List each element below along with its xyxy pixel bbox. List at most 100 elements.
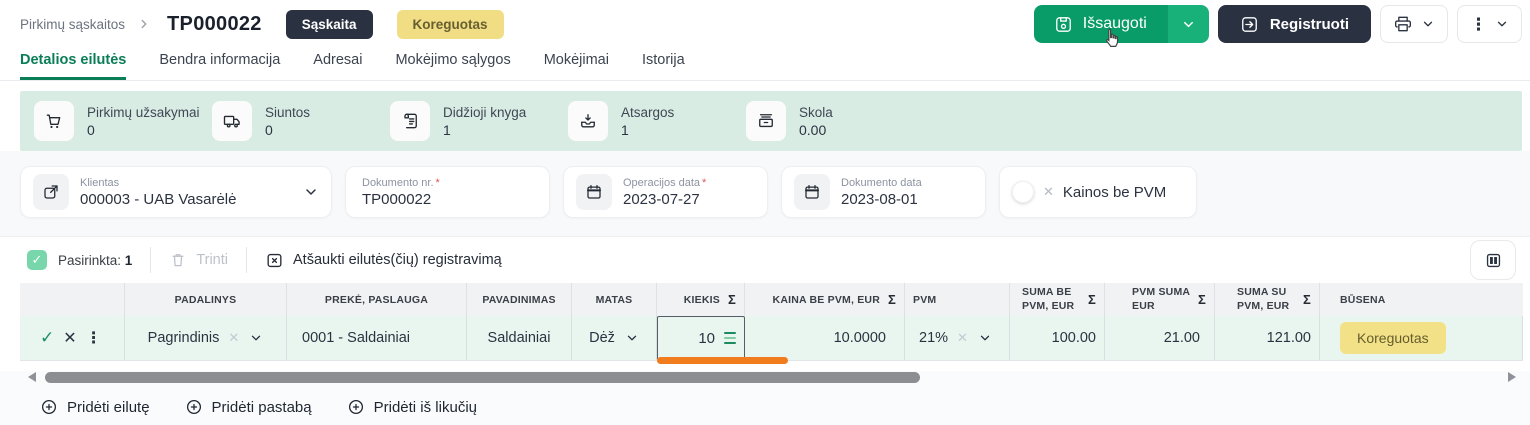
header-actions: Išsaugoti Registruoti ⋮ — [1034, 5, 1522, 43]
cart-icon — [34, 101, 74, 141]
stat-value: 0 — [87, 122, 200, 138]
quantity-lines-icon[interactable] — [724, 332, 736, 344]
column-settings-button[interactable] — [1470, 240, 1516, 280]
chevron-down-icon[interactable] — [249, 331, 263, 345]
chevron-down-icon — [1495, 17, 1509, 31]
sum-icon[interactable]: Σ — [1303, 292, 1311, 307]
add-from-stock-button[interactable]: Pridėti iš likučių — [347, 398, 477, 416]
header-padalinys[interactable]: PADALINYS — [125, 283, 287, 316]
cancel-registration-button[interactable]: Atšaukti eilutės(čių) registravimą — [265, 251, 502, 270]
header-busena[interactable]: BŪSENA — [1320, 283, 1523, 316]
kiekis-value[interactable]: 10 — [698, 330, 715, 347]
stat-general-ledger[interactable]: Didžioji knyga 1 — [390, 101, 568, 141]
header-pvm-suma[interactable]: PVM SUMA EURΣ — [1105, 283, 1215, 316]
tab-bendra-informacija[interactable]: Bendra informacija — [159, 48, 280, 80]
sum-icon[interactable]: Σ — [1198, 292, 1206, 307]
columns-icon — [1484, 251, 1503, 270]
tab-detalios-eilutes[interactable]: Detalios eilutės — [20, 48, 126, 80]
document-number-field[interactable]: Dokumento nr.* TP000022 — [345, 166, 550, 218]
stats-section: Pirkimų užsakymai 0 Siuntos 0 Didžioji k… — [0, 81, 1530, 151]
stat-inventory[interactable]: Atsargos 1 — [568, 101, 746, 141]
sum-icon[interactable]: Σ — [728, 292, 736, 307]
plus-circle-icon — [347, 398, 365, 416]
save-icon — [1054, 15, 1073, 34]
register-icon — [1240, 15, 1259, 34]
cell-preke-paslauga[interactable]: 0001 - Saldainiai — [287, 316, 467, 360]
save-button[interactable]: Išsaugoti — [1034, 5, 1167, 43]
stat-value: 1 — [443, 122, 526, 138]
delete-button[interactable]: Trinti — [169, 251, 228, 269]
tab-istorija[interactable]: Istorija — [642, 48, 685, 80]
required-asterisk: * — [436, 177, 440, 189]
chevron-down-icon — [1181, 17, 1196, 32]
scrollbar-thumb[interactable] — [45, 372, 920, 383]
toggle-off-knob[interactable] — [1012, 181, 1034, 203]
calendar-icon[interactable] — [576, 174, 612, 210]
add-note-label: Pridėti pastabą — [212, 399, 312, 416]
register-button[interactable]: Registruoti — [1218, 5, 1371, 43]
horizontal-scrollbar[interactable] — [0, 371, 1530, 384]
delete-button-label: Trinti — [196, 252, 228, 268]
table-row[interactable]: ✓ ✕ ⋮ Pagrindinis ✕ 0001 - Saldainiai Sa… — [20, 316, 1523, 361]
external-link-icon[interactable] — [33, 174, 69, 210]
select-all-checkbox[interactable]: ✓ — [27, 250, 47, 270]
trash-icon — [169, 251, 187, 269]
stat-label: Pirkimų užsakymai — [87, 105, 200, 120]
cell-matas[interactable]: Dėž — [572, 316, 657, 360]
row-kebab-icon[interactable]: ⋮ — [86, 328, 102, 348]
breadcrumb-parent[interactable]: Pirkimų sąskaitos — [20, 17, 125, 32]
stat-shipments[interactable]: Siuntos 0 — [212, 101, 390, 141]
more-actions-button[interactable]: ⋮ — [1457, 5, 1522, 43]
client-field[interactable]: Klientas 000003 - UAB Vasarėlė — [20, 166, 332, 218]
calendar-icon[interactable] — [794, 174, 830, 210]
header-kiekis[interactable]: KIEKISΣ — [657, 283, 745, 316]
operation-date-field[interactable]: Operacijos data* 2023-07-27 — [563, 166, 768, 218]
scroll-left-arrow[interactable] — [28, 372, 36, 382]
header-pavadinimas[interactable]: PAVADINIMAS — [467, 283, 572, 316]
header-preke-paslauga[interactable]: PREKĖ, PASLAUGA — [287, 283, 467, 316]
print-dropdown-button[interactable] — [1380, 5, 1448, 43]
add-actions: Pridėti eilutę Pridėti pastabą Pridėti i… — [0, 398, 1530, 416]
document-number-value: TP000022 — [362, 191, 440, 208]
add-note-button[interactable]: Pridėti pastabą — [185, 398, 312, 416]
header-suma-be-pvm[interactable]: SUMA BE PVM, EURΣ — [1010, 283, 1105, 316]
scroll-right-arrow[interactable] — [1508, 372, 1516, 382]
clear-icon[interactable]: ✕ — [957, 330, 968, 346]
document-date-field[interactable]: Dokumento data 2023-08-01 — [781, 166, 986, 218]
tab-mokejimo-salygos[interactable]: Mokėjimo sąlygos — [395, 48, 510, 80]
cell-kiekis-focused[interactable]: 10 — [657, 316, 745, 360]
sum-icon[interactable]: Σ — [888, 292, 896, 307]
tab-mokejimai[interactable]: Mokėjimai — [544, 48, 609, 80]
clear-icon[interactable]: ✕ — [228, 330, 239, 346]
page-title: TP000022 — [167, 13, 262, 36]
stat-value: 0 — [265, 122, 310, 138]
stat-debt[interactable]: Skola 0.00 — [746, 101, 924, 141]
sum-icon[interactable]: Σ — [1088, 292, 1096, 307]
header-suma-su-pvm[interactable]: SUMA SU PVM, EURΣ — [1215, 283, 1320, 316]
chevron-down-icon[interactable] — [978, 331, 992, 345]
stat-purchase-orders[interactable]: Pirkimų užsakymai 0 — [34, 101, 212, 141]
add-row-label: Pridėti eilutę — [67, 399, 150, 416]
table-header-row: PADALINYS PREKĖ, PASLAUGA PAVADINIMAS MA… — [20, 283, 1523, 316]
header-kaina-be-pvm[interactable]: KAINA BE PVM, EURΣ — [745, 283, 905, 316]
chevron-down-icon[interactable] — [293, 184, 319, 200]
tab-adresai[interactable]: Adresai — [313, 48, 362, 80]
header-matas[interactable]: MATAS — [572, 283, 657, 316]
cell-pvm[interactable]: 21% ✕ — [905, 316, 1010, 360]
cell-suma-be-pvm: 100.00 — [1010, 316, 1105, 360]
prices-without-vat-label: Kainos be PVM — [1063, 184, 1166, 201]
breadcrumb: Pirkimų sąskaitos TP000022 Sąskaita Kore… — [20, 10, 504, 39]
cell-padalinys[interactable]: Pagrindinis ✕ — [125, 316, 287, 360]
row-confirm-icon[interactable]: ✓ — [40, 328, 54, 348]
header-pvm[interactable]: PVM — [905, 283, 1010, 316]
tab-bar: Detalios eilutės Bendra informacija Adre… — [0, 48, 1530, 81]
row-cancel-icon[interactable]: ✕ — [63, 328, 76, 348]
page-header: Pirkimų sąskaitos TP000022 Sąskaita Kore… — [0, 0, 1530, 48]
cell-kaina-be-pvm[interactable]: 10.0000 — [745, 316, 905, 360]
check-icon: ✓ — [32, 252, 43, 268]
add-row-button[interactable]: Pridėti eilutę — [40, 398, 150, 416]
active-cell-indicator — [657, 357, 788, 364]
cell-pavadinimas[interactable]: Saldainiai — [467, 316, 572, 360]
chevron-down-icon[interactable] — [625, 331, 639, 345]
save-dropdown-button[interactable] — [1167, 5, 1209, 43]
